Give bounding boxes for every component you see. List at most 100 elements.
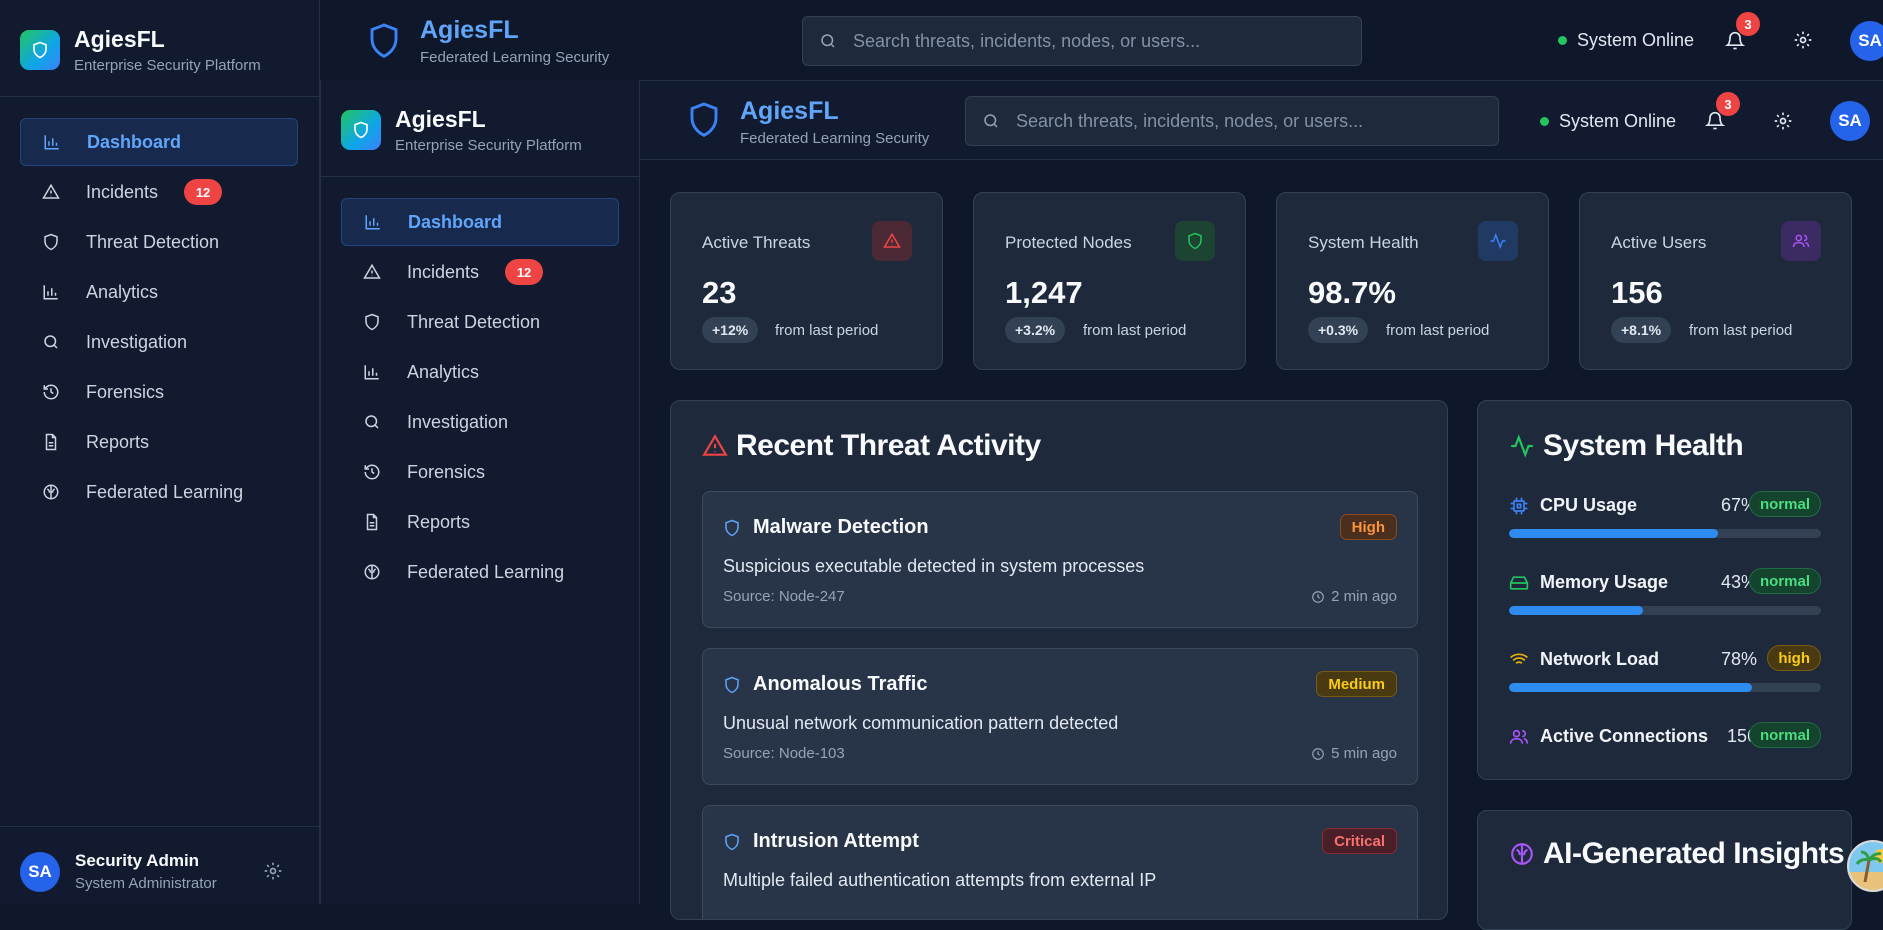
ai-insights-panel: AI-Generated Insights — [1477, 810, 1852, 930]
search-input[interactable]: Search threats, incidents, nodes, or use… — [965, 96, 1499, 146]
threat-item[interactable]: Intrusion Attempt Critical Multiple fail… — [702, 805, 1418, 919]
brand-name: AgiesFL — [395, 106, 486, 132]
status-badge: normal — [1748, 722, 1821, 748]
brain-icon — [40, 481, 62, 503]
hard-drive-icon — [1509, 573, 1531, 593]
history-icon — [40, 381, 62, 403]
file-text-icon — [361, 511, 383, 533]
stat-value: 156 — [1611, 275, 1663, 310]
progress-bar — [1509, 606, 1821, 615]
stat-title: System Health — [1308, 233, 1419, 252]
nav-label: Forensics — [407, 461, 486, 482]
stat-change: +3.2% — [1005, 317, 1066, 343]
threat-item[interactable]: Anomalous Traffic Medium Unusual network… — [702, 648, 1418, 785]
progress-fill — [1509, 683, 1753, 692]
section-title-text: AI-Generated Insights — [1543, 837, 1845, 870]
incidents-count-badge: 12 — [505, 259, 544, 285]
notification-count: 3 — [1716, 92, 1740, 116]
alert-triangle-icon — [40, 181, 62, 203]
stat-value: 23 — [702, 275, 737, 310]
status-dot — [1540, 117, 1549, 126]
header-brand-name: AgiesFL — [740, 97, 839, 125]
gear-icon[interactable] — [1793, 30, 1813, 55]
bell-icon[interactable]: 3 — [1720, 12, 1760, 56]
brand-logo-icon — [341, 110, 381, 150]
severity-badge: Critical — [1322, 828, 1397, 854]
nav-item-analytics[interactable]: Analytics — [20, 268, 298, 316]
bell-icon[interactable]: 3 — [1700, 92, 1740, 136]
nav-item-threat-detection[interactable]: Threat Detection — [341, 298, 619, 346]
nav-label: Federated Learning — [407, 561, 565, 582]
nav-item-analytics[interactable]: Analytics — [341, 348, 619, 396]
shield-icon — [1175, 221, 1215, 261]
gear-icon[interactable] — [263, 861, 283, 886]
nav-item-investigation[interactable]: Investigation — [341, 398, 619, 446]
floating-launcher-icon[interactable] — [1847, 840, 1883, 892]
nav-label: Forensics — [86, 381, 165, 402]
recent-threat-activity-panel: Recent Threat Activity Malware Detection… — [670, 400, 1448, 920]
nav-item-threat-detection[interactable]: Threat Detection — [20, 218, 298, 266]
nav-item-incidents[interactable]: Incidents 12 — [341, 248, 619, 296]
brand-subtitle: Enterprise Security Platform — [395, 137, 582, 154]
header-brand: AgiesFL Federated Learning Security — [740, 97, 929, 147]
nav-label: Analytics — [407, 361, 480, 382]
health-label: Memory Usage — [1509, 572, 1668, 593]
header-brand-subtitle: Federated Learning Security — [420, 49, 610, 66]
shield-icon — [40, 231, 62, 253]
wifi-icon — [1509, 650, 1531, 670]
avatar[interactable]: SA — [1830, 101, 1870, 141]
section-title: System Health — [1509, 429, 1744, 463]
nav-item-dashboard[interactable]: Dashboard — [20, 118, 298, 166]
gear-icon[interactable] — [1773, 111, 1793, 136]
brain-icon — [1509, 841, 1535, 867]
clock-icon — [1311, 747, 1325, 761]
header-brand-subtitle: Federated Learning Security — [740, 130, 930, 147]
header-brand: AgiesFL Federated Learning Security — [420, 16, 609, 66]
nav-item-federated-learning[interactable]: Federated Learning — [341, 548, 619, 596]
nav-item-reports[interactable]: Reports — [341, 498, 619, 546]
cpu-icon — [1509, 496, 1531, 516]
progress-bar — [1509, 529, 1821, 538]
progress-fill — [1509, 606, 1644, 615]
users-icon — [1781, 221, 1821, 261]
progress-fill — [1509, 529, 1719, 538]
divider — [0, 96, 320, 97]
threat-time-text: 2 min ago — [1331, 588, 1397, 605]
status-dot — [1558, 36, 1567, 45]
threat-name-text: Intrusion Attempt — [753, 830, 919, 852]
stat-title: Active Threats — [702, 233, 811, 252]
nav-item-forensics[interactable]: Forensics — [341, 448, 619, 496]
avatar[interactable]: SA — [1850, 21, 1883, 61]
nav-item-forensics[interactable]: Forensics — [20, 368, 298, 416]
health-value: 78% — [1720, 649, 1757, 669]
alert-triangle-icon — [872, 221, 912, 261]
avatar[interactable]: SA — [20, 852, 60, 892]
health-label: Active Connections — [1509, 726, 1708, 747]
shield-icon — [723, 833, 741, 851]
threat-name: Malware Detection — [723, 516, 929, 539]
bar-chart-icon — [41, 131, 63, 153]
nav-item-reports[interactable]: Reports — [20, 418, 298, 466]
nav-label: Threat Detection — [407, 311, 541, 332]
system-status: System Online — [1540, 111, 1676, 132]
stat-change: +12% — [702, 317, 759, 343]
nav-item-federated-learning[interactable]: Federated Learning — [20, 468, 298, 516]
threat-item[interactable]: Malware Detection High Suspicious execut… — [702, 491, 1418, 628]
nav-item-dashboard[interactable]: Dashboard — [341, 198, 619, 246]
header-brand-name: AgiesFL — [420, 16, 519, 44]
search-input[interactable]: Search threats, incidents, nodes, or use… — [802, 16, 1362, 66]
threat-name-text: Anomalous Traffic — [753, 673, 928, 695]
health-label: CPU Usage — [1509, 495, 1637, 516]
nav-label: Incidents — [407, 261, 480, 282]
severity-badge: Medium — [1316, 671, 1397, 697]
shield-logo-icon — [368, 22, 400, 65]
section-title: AI-Generated Insights — [1509, 837, 1845, 871]
nav-item-incidents[interactable]: Incidents 12 — [20, 168, 298, 216]
system-health-panel: System Health CPU Usage 67% normal Memor… — [1477, 400, 1852, 780]
nav-label: Investigation — [407, 411, 509, 432]
bar-chart-icon — [361, 361, 383, 383]
threat-description: Multiple failed authentication attempts … — [723, 870, 1157, 890]
nav-item-investigation[interactable]: Investigation — [20, 318, 298, 366]
brand-subtitle: Enterprise Security Platform — [74, 57, 261, 74]
history-icon — [361, 461, 383, 483]
